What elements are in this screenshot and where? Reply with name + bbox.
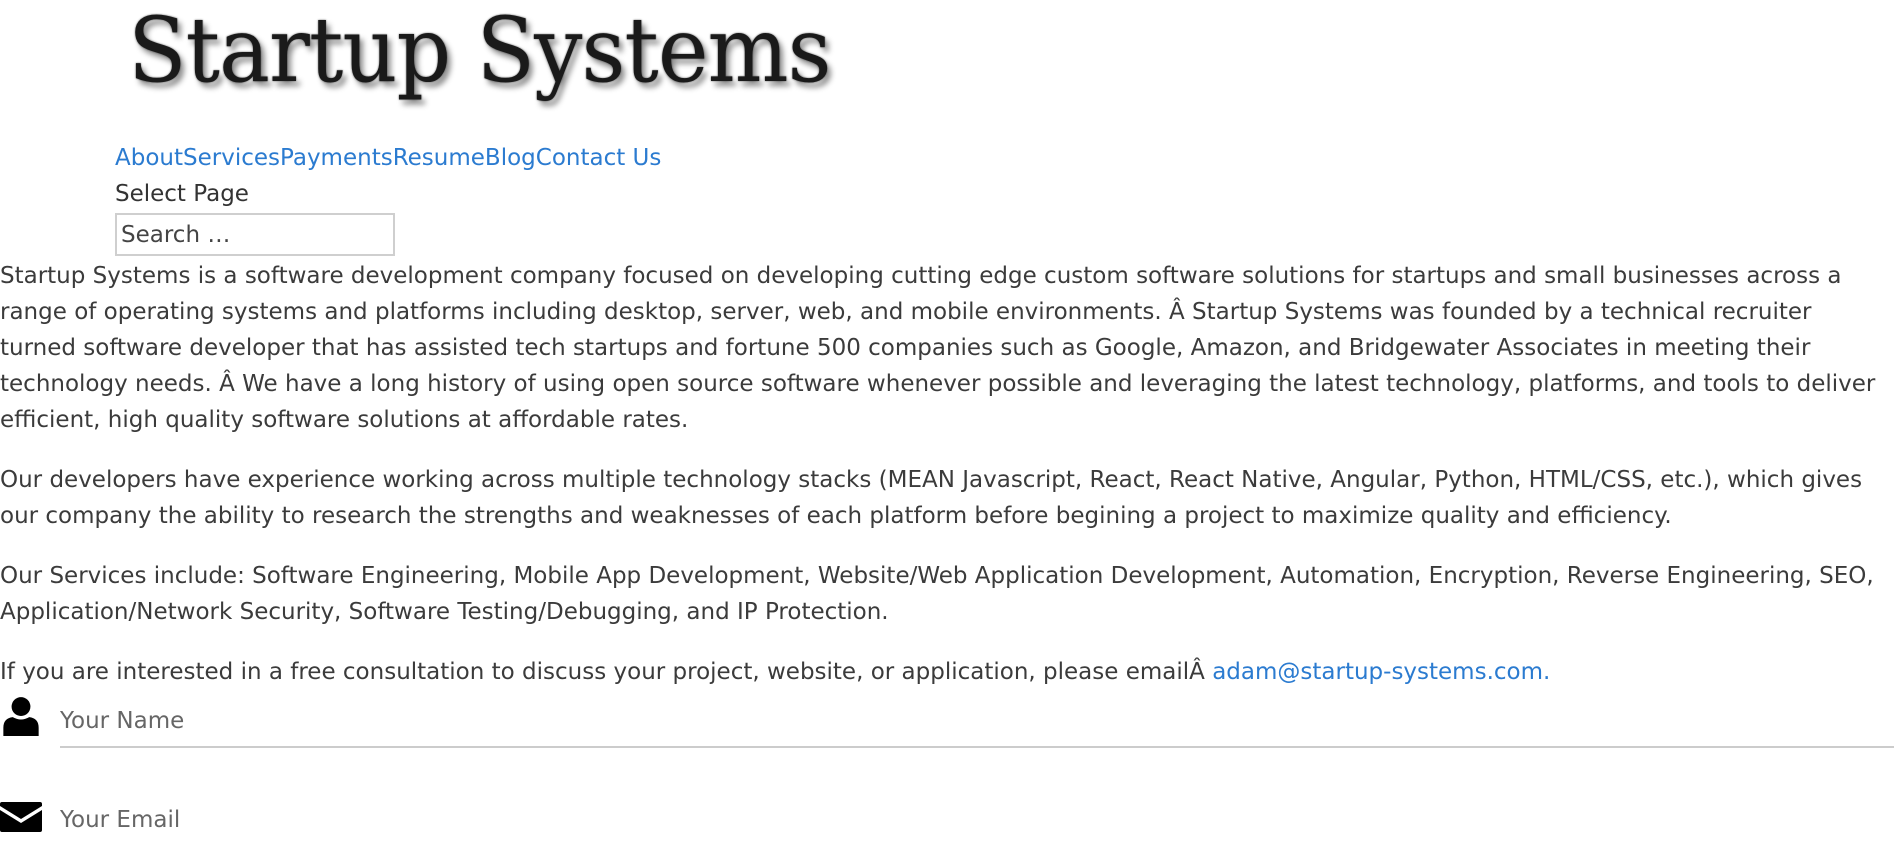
search-input[interactable] <box>115 213 395 256</box>
site-logo[interactable]: Startup Systems <box>128 6 831 96</box>
consultation-text: If you are interested in a free consulta… <box>0 659 1213 685</box>
envelope-icon <box>0 802 42 832</box>
tech-stack-paragraph: Our developers have experience working a… <box>0 467 1863 529</box>
services-paragraph: Our Services include: Software Engineeri… <box>0 563 1874 625</box>
main-content: Startup Systems is a software developmen… <box>0 258 1890 714</box>
nav-item-resume[interactable]: Resume <box>393 144 485 172</box>
consultation-paragraph: If you are interested in a free consulta… <box>0 654 1890 690</box>
name-field-row <box>0 696 1894 756</box>
select-page-toggle[interactable]: Select Page <box>115 180 249 208</box>
nav-item-contact-us[interactable]: Contact Us <box>536 144 662 172</box>
nav-item-about[interactable]: About <box>115 144 183 172</box>
search-form <box>115 213 395 256</box>
email-field-row <box>0 795 1894 842</box>
intro-paragraph: Startup Systems is a software developmen… <box>0 263 1876 433</box>
main-nav: About Services Payments Resume Blog Cont… <box>115 144 661 172</box>
name-input[interactable] <box>60 696 1894 748</box>
user-icon <box>3 697 39 736</box>
nav-item-blog[interactable]: Blog <box>485 144 536 172</box>
email-link[interactable]: adam@startup-systems.com. <box>1212 659 1550 685</box>
nav-item-services[interactable]: Services <box>183 144 280 172</box>
email-input[interactable] <box>60 795 1894 842</box>
nav-item-payments[interactable]: Payments <box>280 144 393 172</box>
